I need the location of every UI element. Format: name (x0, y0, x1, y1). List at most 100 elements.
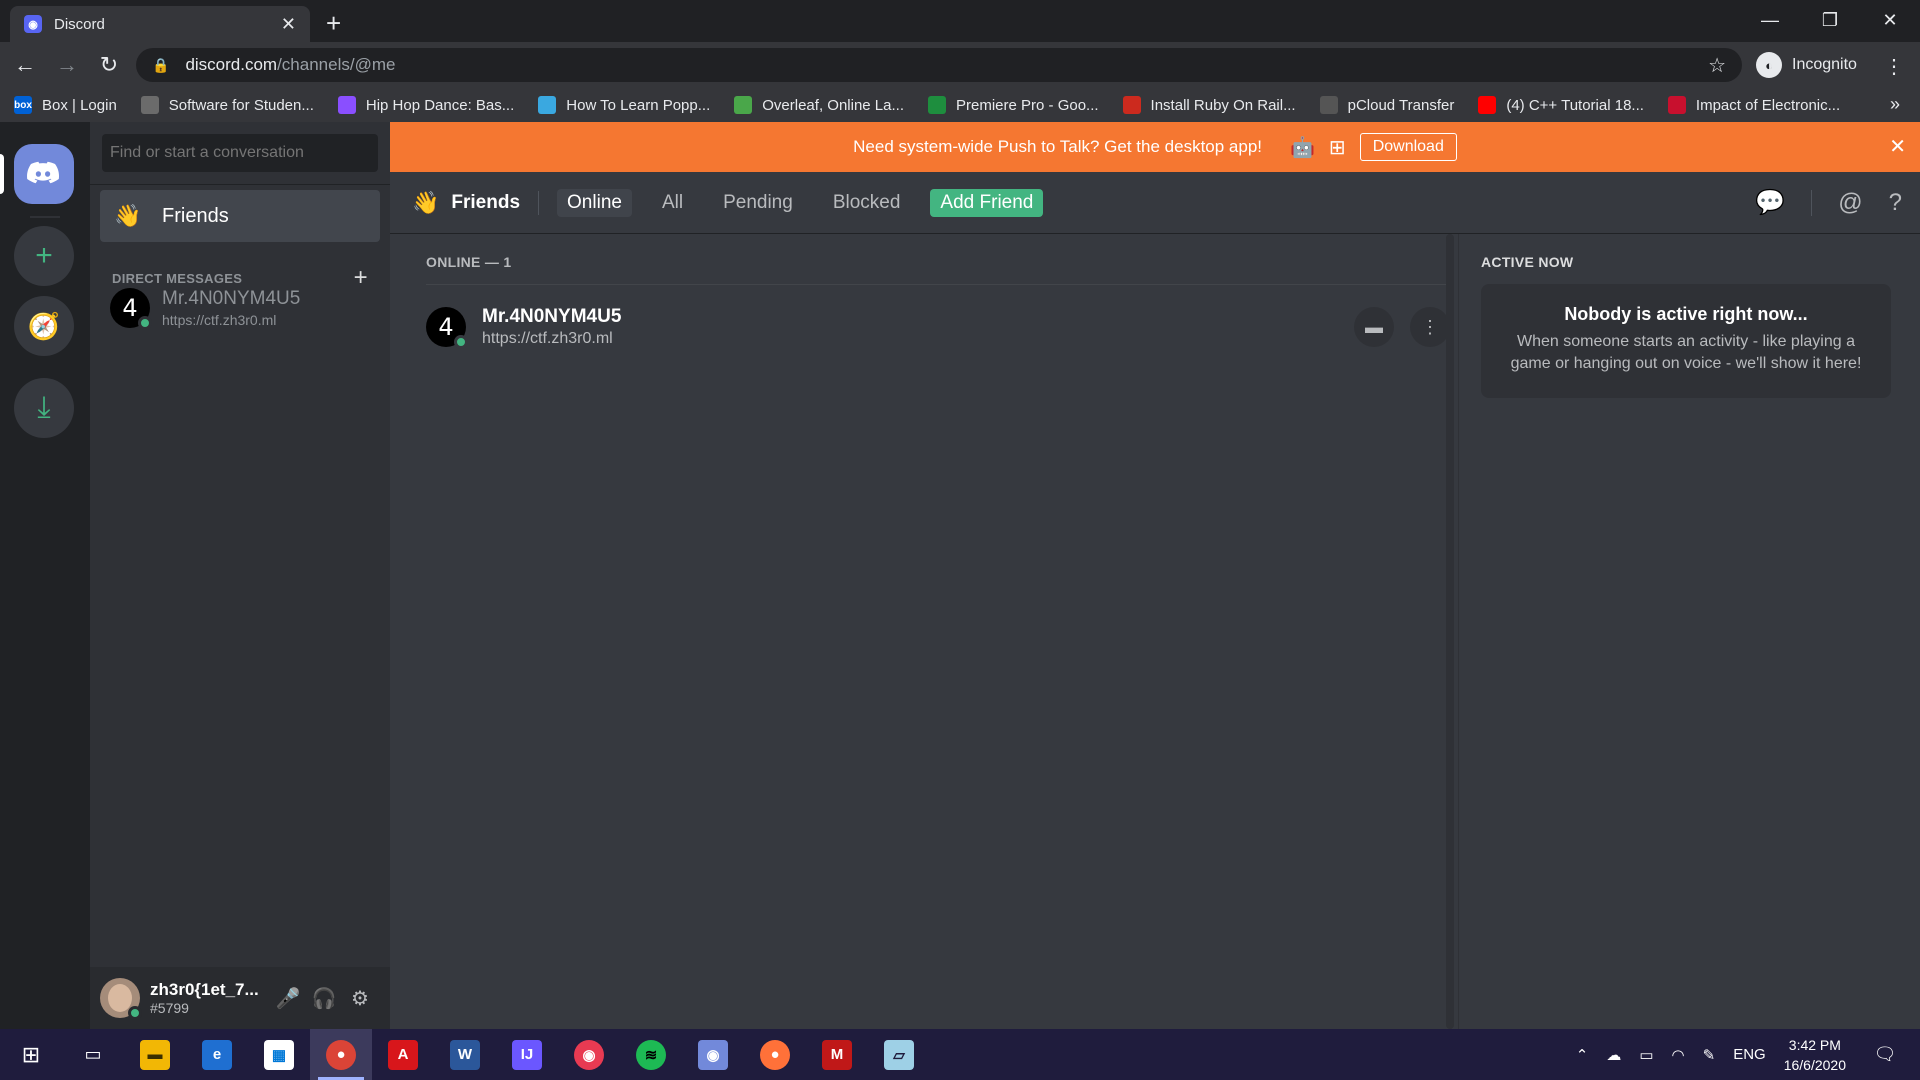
android-icon: 🤖 (1290, 136, 1315, 159)
dm-list-item[interactable]: 4 Mr.4N0NYM4U5 https://ctf.zh3r0.ml (100, 282, 380, 334)
tab-blocked[interactable]: Blocked (823, 189, 911, 217)
tab-pending[interactable]: Pending (713, 189, 803, 217)
recorder-icon: ◉ (574, 1039, 604, 1070)
taskbar-chrome[interactable]: ● (310, 1029, 372, 1080)
sidebar-item-friends[interactable]: 👋 Friends (100, 190, 380, 242)
browser-menu-icon[interactable]: ⋮ (1884, 54, 1904, 79)
acrobat-icon: A (388, 1039, 418, 1070)
bookmark-item[interactable]: Software for Studen... (140, 96, 314, 114)
taskbar-intellij[interactable]: IJ (496, 1029, 558, 1080)
sidebar-divider (90, 184, 390, 185)
download-button[interactable]: Download (1359, 133, 1457, 161)
scrollbar[interactable] (1446, 234, 1454, 1029)
window-controls: — ❐ ✕ (1740, 0, 1920, 40)
battery-icon[interactable]: ▭ (1639, 1046, 1653, 1064)
close-window-button[interactable]: ✕ (1860, 0, 1920, 40)
back-button[interactable]: ← (8, 48, 42, 82)
url-host: discord.com (185, 55, 278, 74)
taskbar-recorder[interactable]: ◉ (558, 1029, 620, 1080)
bookmarks-overflow-icon[interactable]: » (1890, 94, 1900, 115)
more-options-icon[interactable]: ⋮ (1410, 307, 1450, 347)
clock-time: 3:42 PM (1788, 1036, 1841, 1053)
reload-button[interactable]: ↻ (92, 48, 126, 82)
clock[interactable]: 3:42 PM 16/6/2020 (1784, 1035, 1846, 1075)
notification-center-icon[interactable]: 🗨 (1870, 1040, 1900, 1070)
close-banner-icon[interactable]: ✕ (1889, 134, 1906, 159)
friends-list: ONLINE — 1 4 Mr.4N0NYM4U5 https://ctf.zh… (390, 234, 1450, 1029)
bookmark-item[interactable]: (4) C++ Tutorial 18... (1478, 96, 1644, 114)
forward-button[interactable]: → (50, 48, 84, 82)
friend-row[interactable]: 4 Mr.4N0NYM4U5 https://ctf.zh3r0.ml ▬ ⋮ (426, 296, 1450, 358)
system-tray: ⌃ ☁ ▭ ◠ ✎ ENG 3:42 PM 16/6/2020 🗨 (1576, 1029, 1920, 1080)
taskbar-store[interactable]: ▦ (248, 1029, 310, 1080)
incognito-indicator[interactable]: ◐ Incognito (1756, 48, 1857, 82)
tab-all[interactable]: All (652, 189, 693, 217)
clock-date: 16/6/2020 (1783, 1056, 1846, 1073)
help-icon[interactable]: ? (1889, 189, 1902, 217)
user-tag: #5799 (150, 1000, 189, 1016)
bookmark-label: Install Ruby On Rail... (1150, 96, 1296, 114)
active-now-card-body: When someone starts an activity - like p… (1510, 333, 1862, 372)
friend-status-text: https://ctf.zh3r0.ml (482, 330, 613, 347)
bookmark-item[interactable]: pCloud Transfer (1319, 96, 1454, 114)
lock-icon[interactable]: 🔒 (152, 57, 169, 74)
bookmark-label: Software for Studen... (168, 96, 314, 114)
close-tab-icon[interactable]: ✕ (281, 14, 296, 35)
download-apps-button[interactable]: ⤓ (14, 378, 74, 438)
headphones-icon[interactable]: 🎧 (308, 982, 340, 1014)
taskbar-spotify[interactable]: ≋ (620, 1029, 682, 1080)
tab-online[interactable]: Online (557, 188, 632, 217)
restore-button[interactable]: ❐ (1800, 0, 1860, 40)
user-panel: zh3r0{1et_7... #5799 🎤 🎧 ⚙ (90, 967, 390, 1029)
taskbar-mcafee[interactable]: M (806, 1029, 868, 1080)
bookmark-item[interactable]: Install Ruby On Rail... (1122, 96, 1296, 114)
message-icon[interactable]: ▬ (1354, 307, 1394, 347)
start-button[interactable]: ⊞ (0, 1029, 62, 1080)
browser-tab[interactable]: ◉ Discord ✕ (10, 6, 310, 42)
cloud-icon[interactable]: ☁ (1606, 1046, 1621, 1064)
add-server-button[interactable]: + (14, 226, 74, 286)
bookmark-item[interactable]: Premiere Pro - Goo... (928, 96, 1099, 114)
taskbar-word[interactable]: W (434, 1029, 496, 1080)
home-button[interactable] (14, 144, 74, 204)
mentions-icon[interactable]: @ (1838, 189, 1862, 217)
page-title: Friends (451, 191, 521, 213)
bookmark-item[interactable]: box Box | Login (14, 96, 117, 114)
bookmark-item[interactable]: How To Learn Popp... (538, 96, 710, 114)
taskbar-notes[interactable]: ▱ (868, 1029, 930, 1080)
friends-icon: 👋 (114, 203, 142, 228)
address-bar[interactable]: 🔒 discord.com/channels/@me ☆ (136, 48, 1742, 82)
bookmark-label: Overleaf, Online La... (762, 96, 904, 114)
search-input[interactable] (102, 134, 378, 172)
bookmark-item[interactable]: Impact of Electronic... (1667, 96, 1840, 114)
discord-app: + 🧭 ⤓ 👋 Friends DIRECT MESSAGES + 4 Mr.4… (0, 122, 1920, 1029)
bookmark-label: Premiere Pro - Goo... (956, 96, 1099, 114)
language-indicator[interactable]: ENG (1733, 1046, 1766, 1063)
new-tab-button[interactable]: + (326, 8, 341, 39)
settings-gear-icon[interactable]: ⚙ (344, 982, 376, 1014)
bookmark-item[interactable]: Hip Hop Dance: Bas... (337, 96, 515, 114)
bookmark-star-icon[interactable]: ☆ (1708, 53, 1726, 78)
taskbar-file-explorer[interactable]: ▬ (124, 1029, 186, 1080)
taskbar-discord[interactable]: ◉ (682, 1029, 744, 1080)
new-group-dm-icon[interactable]: 💬 (1755, 188, 1785, 217)
firefox-icon: ● (760, 1039, 790, 1070)
store-icon: ▦ (264, 1039, 294, 1070)
add-friend-button[interactable]: Add Friend (930, 188, 1044, 217)
header-divider (538, 190, 540, 215)
online-section-title: ONLINE — 1 (426, 254, 512, 270)
bookmark-label: Hip Hop Dance: Bas... (365, 96, 515, 114)
task-view-button[interactable]: ▭ (62, 1029, 124, 1080)
taskbar-acrobat[interactable]: A (372, 1029, 434, 1080)
user-avatar[interactable] (100, 978, 142, 1020)
taskbar-edge[interactable]: e (186, 1029, 248, 1080)
show-hidden-icons-icon[interactable]: ⌃ (1576, 1046, 1589, 1064)
explore-servers-button[interactable]: 🧭 (14, 296, 74, 356)
taskbar-firefox[interactable]: ● (744, 1029, 806, 1080)
avatar: 4 (426, 307, 468, 349)
mute-microphone-icon[interactable]: 🎤 (272, 982, 304, 1014)
wifi-icon[interactable]: ◠ (1672, 1046, 1685, 1064)
bookmark-item[interactable]: Overleaf, Online La... (734, 96, 904, 114)
pen-icon[interactable]: ✎ (1703, 1046, 1716, 1064)
minimize-button[interactable]: — (1740, 0, 1800, 40)
